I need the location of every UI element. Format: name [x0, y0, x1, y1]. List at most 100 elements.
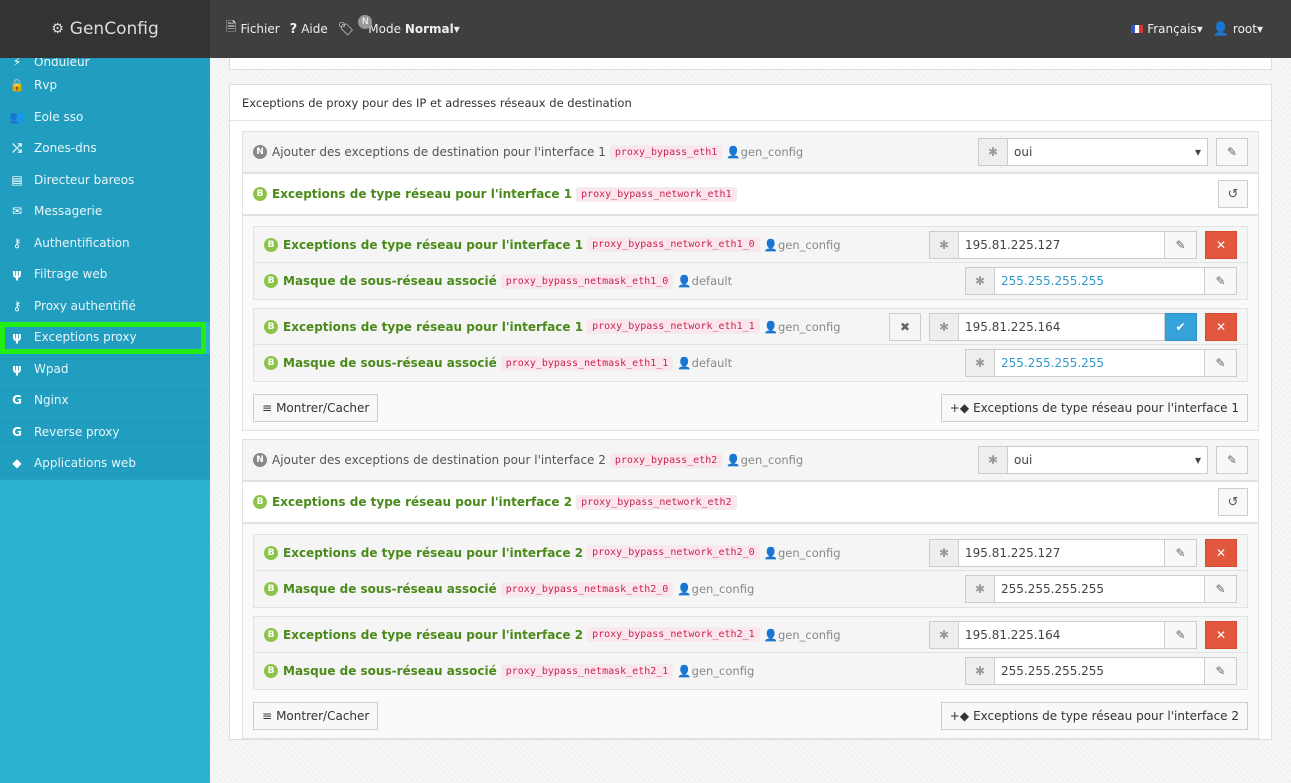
undo-icon[interactable]: ↺: [1218, 488, 1248, 516]
sidebar-item-proxy-authentifie[interactable]: ⚷ Proxy authentifié: [0, 290, 210, 322]
basic-badge-icon: B: [264, 545, 278, 560]
field-owner: gen_config: [777, 545, 841, 560]
sidebar-item-rvp[interactable]: 🔒 Rvp: [0, 70, 210, 102]
bars-icon: ≡: [262, 401, 273, 415]
show-hide-button[interactable]: ≡ Montrer/Cacher: [253, 394, 379, 422]
network-entry-row: B Exceptions de type réseau pour l'interf…: [253, 308, 1248, 345]
app-brand[interactable]: ⚙ GenConfig: [0, 0, 210, 58]
field-owner: gen_config: [777, 627, 841, 642]
group-footer: ≡ Montrer/Cacher +◆ Exceptions de type rés…: [253, 698, 1248, 738]
add-network-exception-button[interactable]: +◆ Exceptions de type réseau pour l'inter…: [940, 394, 1248, 422]
network-exceptions-group: B Exceptions de type réseau pour l'interf…: [242, 523, 1259, 739]
select-value: oui: [1014, 145, 1033, 159]
user-menu[interactable]: 👤 root ▾: [1213, 22, 1263, 37]
delete-icon[interactable]: ✕: [1205, 538, 1237, 567]
mode-label: Mode: [368, 22, 401, 36]
undo-icon[interactable]: ↺: [1218, 180, 1248, 208]
delete-icon[interactable]: ✕: [1205, 312, 1237, 341]
basic-badge-icon: B: [253, 187, 267, 201]
sidebar-item-eole-sso[interactable]: 👥 Eole sso: [0, 101, 210, 133]
sidebar-item-label: Nginx: [34, 393, 69, 408]
ip-input[interactable]: 195.81.225.164: [959, 620, 1165, 649]
edit-icon[interactable]: ✎: [1165, 620, 1197, 649]
basic-badge-icon: B: [264, 582, 278, 596]
app-title: GenConfig: [69, 19, 159, 39]
show-hide-button[interactable]: ≡ Montrer/Cacher: [253, 702, 379, 730]
delete-icon[interactable]: ✕: [1205, 620, 1237, 649]
delete-icon[interactable]: ✕: [1205, 230, 1237, 259]
ip-input[interactable]: 195.81.225.164: [959, 312, 1165, 341]
edit-icon[interactable]: ✎: [1216, 446, 1248, 474]
archive-icon: ▤: [11, 172, 23, 187]
sidebar-item-label: Eole sso: [34, 109, 84, 124]
sidebar-item-label: Directeur bareos: [34, 172, 135, 187]
asterisk-icon: ✱: [965, 267, 995, 295]
entry-group: B Exceptions de type réseau pour l'interf…: [253, 226, 1248, 300]
network-exceptions-header: B Exceptions de type réseau pour l'interf…: [242, 481, 1259, 523]
add-network-exception-button[interactable]: +◆ Exceptions de type réseau pour l'inter…: [940, 702, 1248, 730]
asterisk-icon: ✱: [978, 138, 1008, 166]
main-content: Exceptions de proxy pour des IP et adres…: [210, 58, 1291, 783]
sidebar-item-directeur-bareos[interactable]: ▤ Directeur bareos: [0, 164, 210, 196]
netmask-input[interactable]: 255.255.255.255: [995, 657, 1205, 685]
menu-fichier[interactable]: 🗎 Fichier: [226, 18, 280, 40]
sidebar-item-label: Messagerie: [34, 204, 103, 219]
menu-aide-label: Aide: [301, 22, 328, 36]
netmask-input[interactable]: 255.255.255.255: [995, 267, 1205, 295]
sidebar-item-label: Filtrage web: [34, 267, 108, 282]
sidebar-item-onduleur[interactable]: ⚡ Onduleur: [0, 58, 210, 70]
sidebar-item-authentification[interactable]: ⚷ Authentification: [0, 227, 210, 259]
sidebar-item-nginx[interactable]: G Nginx: [0, 385, 210, 417]
panel-body: N Ajouter des exceptions de destination p…: [230, 121, 1271, 739]
question-icon: ?: [289, 21, 298, 37]
sidebar-item-reverse-proxy[interactable]: G Reverse proxy: [0, 416, 210, 448]
sidebar-item-filtrage-web[interactable]: ψ Filtrage web: [0, 259, 210, 291]
netmask-input[interactable]: 255.255.255.255: [995, 575, 1205, 603]
yes-no-select[interactable]: oui ▾: [1008, 446, 1208, 474]
edit-icon[interactable]: ✎: [1165, 538, 1197, 567]
field-label: Exceptions de type réseau pour l'interfa…: [272, 187, 573, 201]
netmask-row: B Masque de sous-réseau associé proxy_bypa…: [253, 345, 1248, 382]
language-menu[interactable]: Français ▾: [1131, 22, 1203, 36]
check-icon[interactable]: ✔: [1165, 312, 1197, 341]
caret-down-icon: ▾: [1256, 22, 1263, 36]
user-icon: 👤: [726, 453, 741, 467]
edit-icon[interactable]: ✎: [1205, 349, 1237, 377]
netmask-input[interactable]: 255.255.255.255: [995, 349, 1205, 377]
variable-name: proxy_bypass_network_eth2_0: [587, 545, 760, 560]
field-owner: gen_config: [777, 237, 841, 252]
add-exceptions-row: N Ajouter des exceptions de destination p…: [242, 439, 1259, 481]
network-exceptions-header: B Exceptions de type réseau pour l'interf…: [242, 173, 1259, 215]
envelope-icon: ✉: [11, 204, 23, 219]
ip-input[interactable]: 195.81.225.127: [959, 538, 1165, 567]
normal-badge-icon: N: [253, 453, 267, 467]
edit-icon[interactable]: ✎: [1205, 267, 1237, 295]
ip-input[interactable]: 195.81.225.127: [959, 230, 1165, 259]
field-label: Masque de sous-réseau associé: [283, 664, 497, 678]
cancel-icon[interactable]: ✖: [889, 312, 921, 341]
edit-icon[interactable]: ✎: [1165, 230, 1197, 259]
field-label: Exceptions de type réseau pour l'interfa…: [283, 545, 584, 560]
sidebar-item-exceptions-proxy[interactable]: ψ Exceptions proxy: [0, 322, 206, 354]
mode-value: Normal: [404, 22, 454, 36]
menu-mode[interactable]: 🏷 N Mode Normal ▾: [338, 15, 460, 37]
user-icon: 👤: [677, 582, 692, 596]
sidebar-item-messagerie[interactable]: ✉ Messagerie: [0, 196, 210, 228]
user-icon: 👤: [726, 145, 741, 159]
show-hide-label: Montrer/Cacher: [276, 709, 370, 723]
variable-name: proxy_bypass_network_eth1: [576, 186, 737, 202]
variable-name: proxy_bypass_netmask_eth1_1: [500, 355, 674, 371]
edit-icon[interactable]: ✎: [1216, 138, 1248, 166]
asterisk-icon: ✱: [965, 575, 995, 603]
yes-no-select[interactable]: oui ▾: [1008, 138, 1208, 166]
edit-icon[interactable]: ✎: [1205, 657, 1237, 685]
random-icon: ⤮: [12, 140, 22, 155]
sidebar-item-applications-web[interactable]: ◆ Applications web: [0, 448, 210, 480]
menu-aide[interactable]: ? Aide: [290, 22, 328, 37]
edit-icon[interactable]: ✎: [1205, 575, 1237, 603]
select-value: oui: [1014, 453, 1033, 467]
sidebar-item-wpad[interactable]: ψ Wpad: [0, 353, 210, 385]
sidebar-item-zones-dns[interactable]: ⤮ Zones-dns: [0, 133, 210, 165]
sidebar-item-label: Wpad: [34, 361, 69, 376]
users-icon: 👥: [9, 109, 25, 124]
